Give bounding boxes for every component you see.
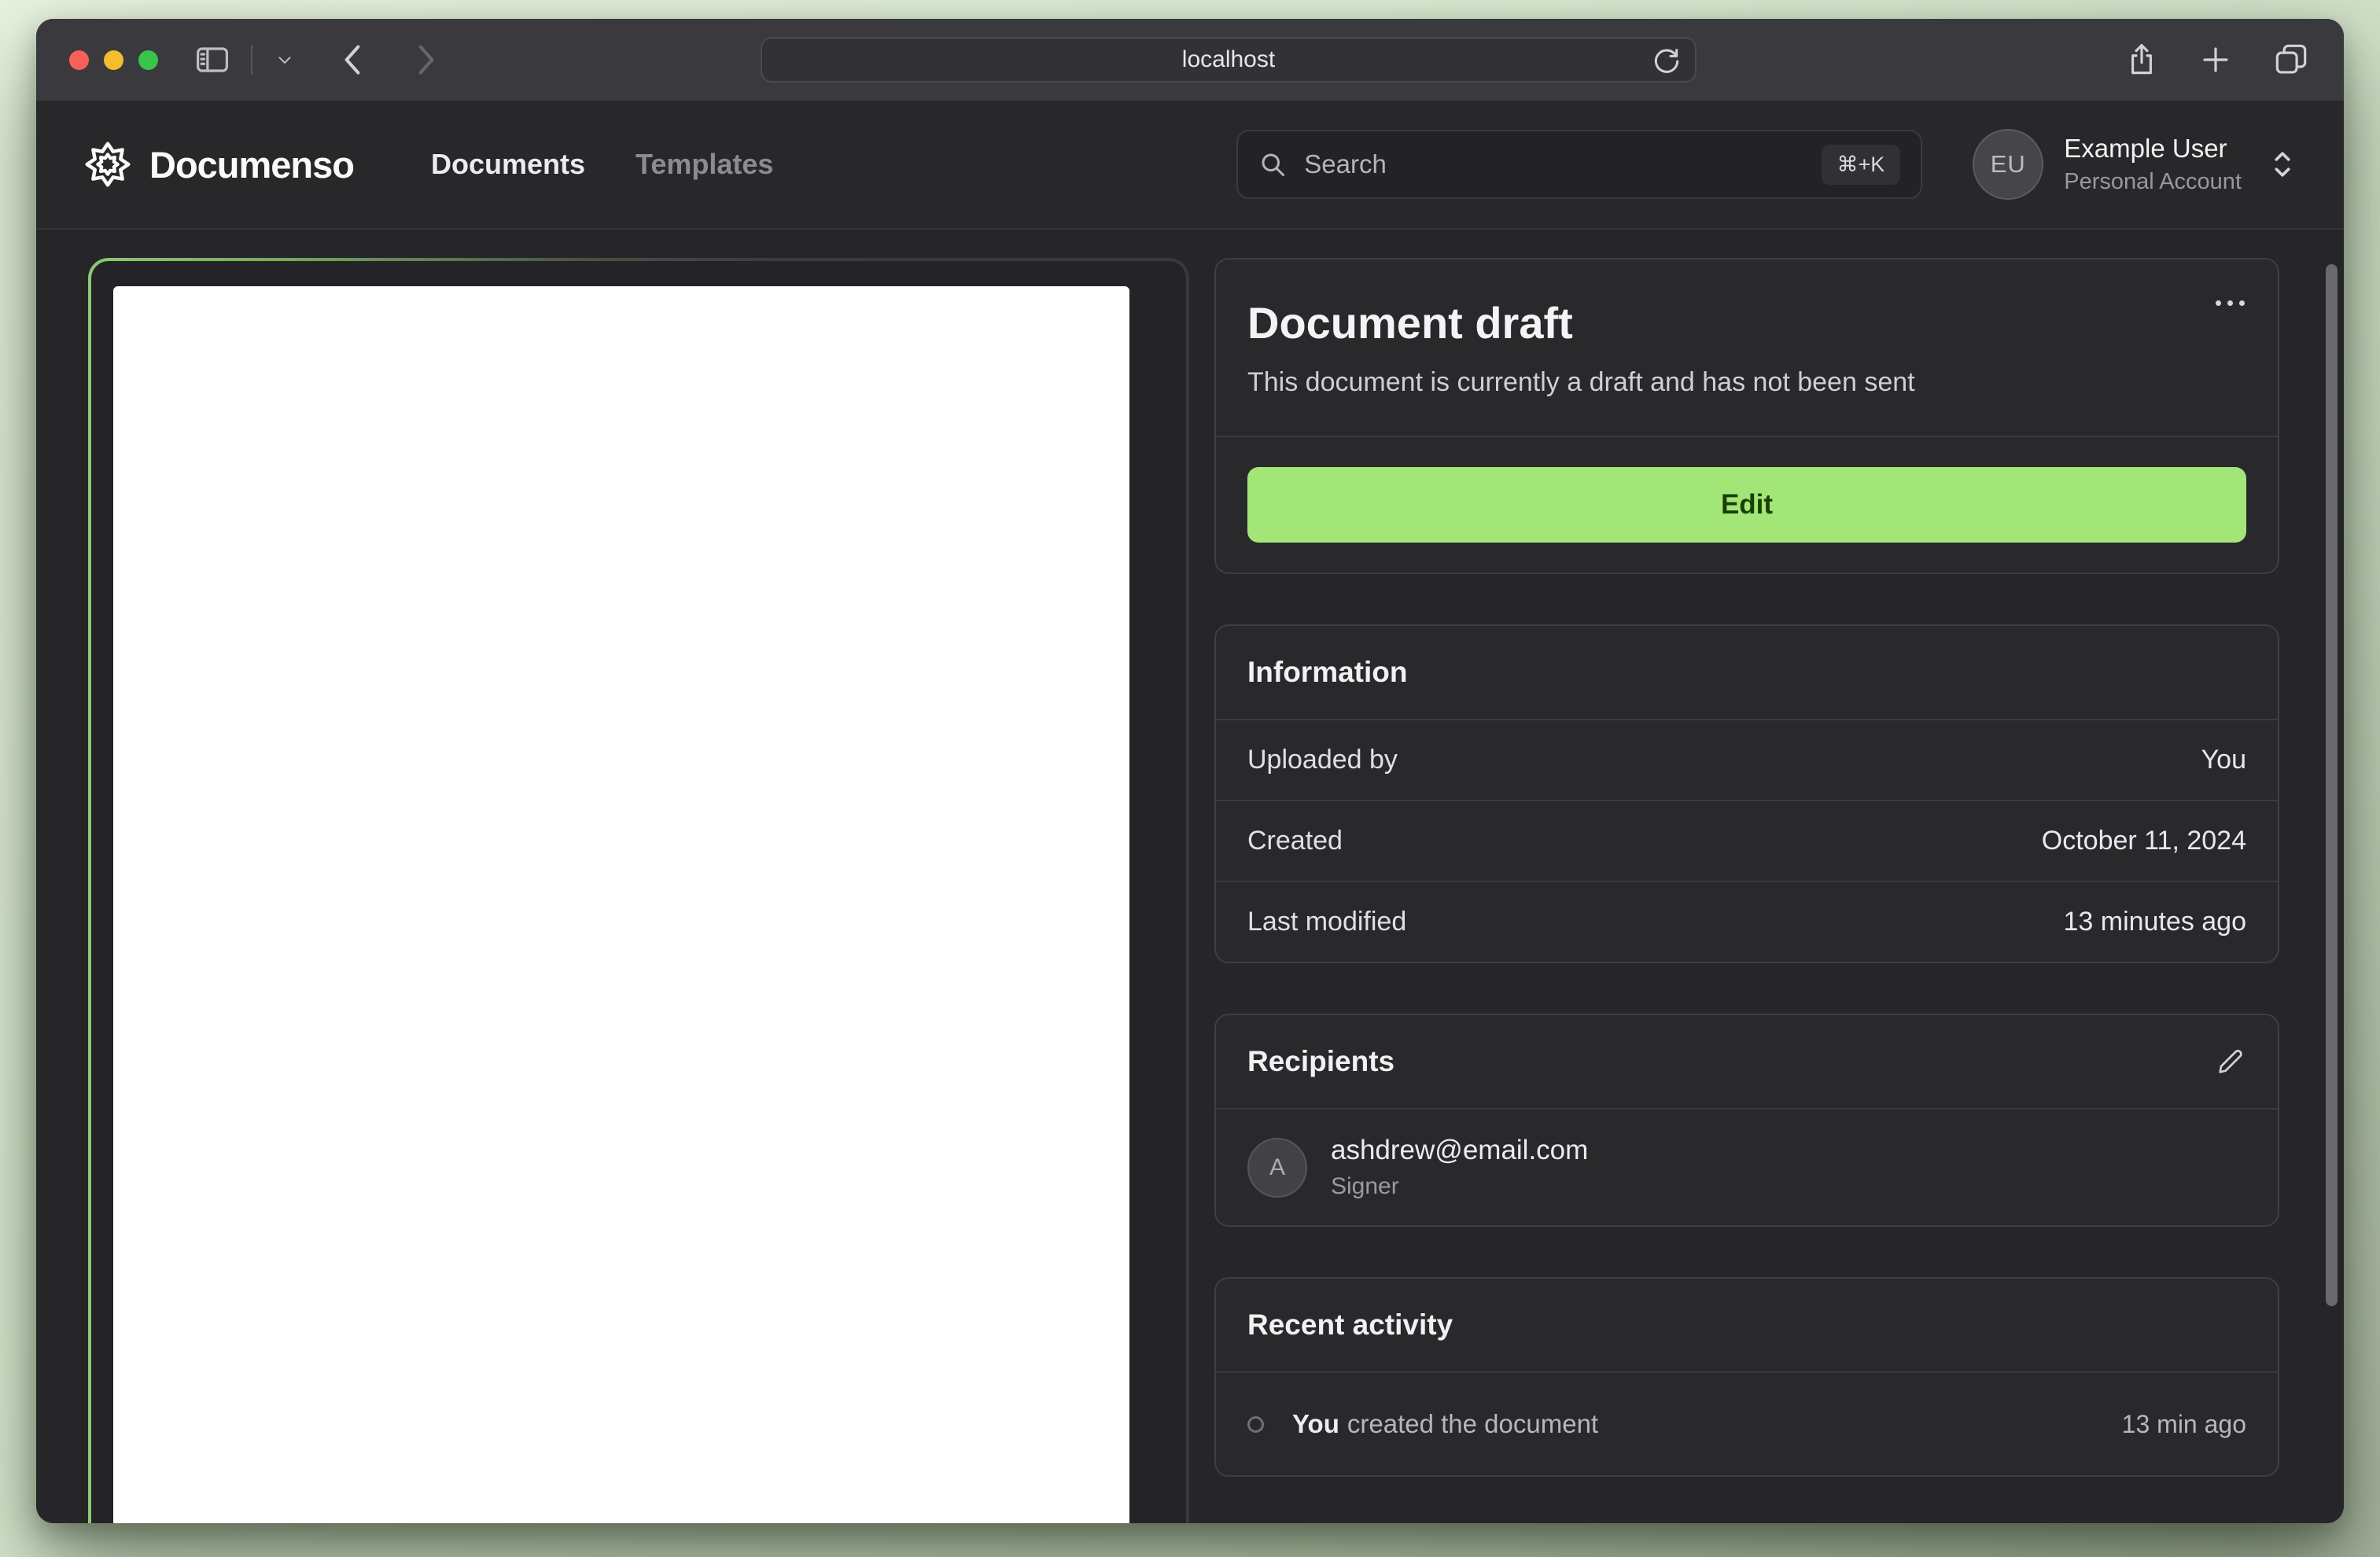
recipients-card-title: Recipients bbox=[1247, 1045, 1395, 1077]
user-avatar: EU bbox=[1973, 129, 2044, 200]
information-card-title: Information bbox=[1247, 656, 1408, 688]
sidebar-toggle-icon[interactable] bbox=[196, 46, 229, 73]
address-bar-url: localhost bbox=[1181, 46, 1276, 72]
search-placeholder: Search bbox=[1304, 149, 1387, 179]
documenso-logo-icon bbox=[85, 142, 131, 187]
brand-name: Documenso bbox=[149, 143, 355, 186]
document-preview-frame bbox=[88, 258, 1189, 1523]
info-row-uploaded-by: Uploaded by You bbox=[1247, 745, 2246, 775]
search-shortcut-badge: ⌘+K bbox=[1821, 144, 1901, 185]
nav-item-templates[interactable]: Templates bbox=[636, 148, 773, 181]
recent-activity-title: Recent activity bbox=[1247, 1309, 1453, 1341]
edit-document-button[interactable]: Edit bbox=[1247, 467, 2246, 543]
document-status-subtitle: This document is currently a draft and h… bbox=[1247, 367, 1915, 397]
activity-action: created the document bbox=[1347, 1409, 1599, 1438]
info-row-created: Created October 11, 2024 bbox=[1247, 826, 2246, 856]
document-page bbox=[113, 286, 1129, 1523]
recipient-email: ashdrew@email.com bbox=[1331, 1135, 1589, 1165]
scrollbar-thumb[interactable] bbox=[2326, 264, 2338, 1306]
recipient-row: A ashdrew@email.com Signer bbox=[1216, 1110, 2278, 1225]
traffic-lights bbox=[69, 50, 158, 70]
address-bar[interactable]: localhost bbox=[761, 37, 1697, 83]
chevron-down-icon[interactable] bbox=[274, 50, 295, 70]
chevron-up-down-icon bbox=[2275, 152, 2290, 177]
recipient-role: Signer bbox=[1331, 1173, 1399, 1199]
activity-time: 13 min ago bbox=[2121, 1409, 2246, 1438]
account-menu-button[interactable]: EU Example User Personal Account bbox=[1973, 129, 2295, 200]
pencil-icon bbox=[2219, 1050, 2242, 1073]
user-account-type: Personal Account bbox=[2064, 169, 2242, 194]
edit-recipients-button[interactable] bbox=[2215, 1046, 2246, 1077]
new-tab-icon[interactable] bbox=[2199, 43, 2232, 76]
document-sidebar: Document draft This document is currentl… bbox=[1214, 258, 2279, 1523]
main-nav: Documents Templates bbox=[431, 148, 773, 181]
activity-actor: You bbox=[1292, 1409, 1339, 1438]
close-window-button[interactable] bbox=[69, 50, 89, 70]
back-button-icon[interactable] bbox=[339, 42, 366, 77]
information-card: Information Uploaded by You Created Octo… bbox=[1214, 624, 2279, 963]
document-status-card: Document draft This document is currentl… bbox=[1214, 258, 2279, 574]
activity-row: You created the document 13 min ago bbox=[1216, 1373, 2278, 1475]
recent-activity-card: Recent activity You created the document… bbox=[1214, 1277, 2279, 1477]
activity-bullet-icon bbox=[1247, 1415, 1264, 1433]
document-preview-inner bbox=[91, 261, 1186, 1523]
titlebar-separator bbox=[251, 45, 252, 75]
tab-overview-icon[interactable] bbox=[2273, 42, 2309, 78]
app-header: Documenso Documents Templates Search ⌘+K… bbox=[36, 101, 2344, 230]
zoom-window-button[interactable] bbox=[138, 50, 158, 70]
recipients-card: Recipients A ashdrew@email.com Signer bbox=[1214, 1014, 2279, 1227]
document-options-menu-icon[interactable] bbox=[2216, 300, 2245, 306]
document-preview-column bbox=[88, 258, 1189, 1523]
browser-titlebar: localhost bbox=[36, 19, 2344, 101]
nav-item-documents[interactable]: Documents bbox=[431, 148, 585, 181]
document-status-title: Document draft bbox=[1247, 298, 1573, 348]
brand-logo-link[interactable]: Documenso bbox=[85, 142, 355, 187]
user-name: Example User bbox=[2064, 134, 2227, 163]
info-row-last-modified: Last modified 13 minutes ago bbox=[1247, 907, 2246, 937]
search-icon bbox=[1262, 153, 1285, 176]
minimize-window-button[interactable] bbox=[104, 50, 123, 70]
reload-icon[interactable] bbox=[1651, 46, 1682, 77]
recipient-avatar: A bbox=[1247, 1137, 1307, 1198]
forward-button-icon[interactable] bbox=[413, 42, 440, 77]
browser-window: localhost Documenso Documents Templates … bbox=[36, 19, 2344, 1523]
share-icon[interactable] bbox=[2125, 41, 2158, 79]
main-content: Document draft This document is currentl… bbox=[36, 230, 2344, 1523]
search-input[interactable]: Search ⌘+K bbox=[1236, 130, 1923, 199]
